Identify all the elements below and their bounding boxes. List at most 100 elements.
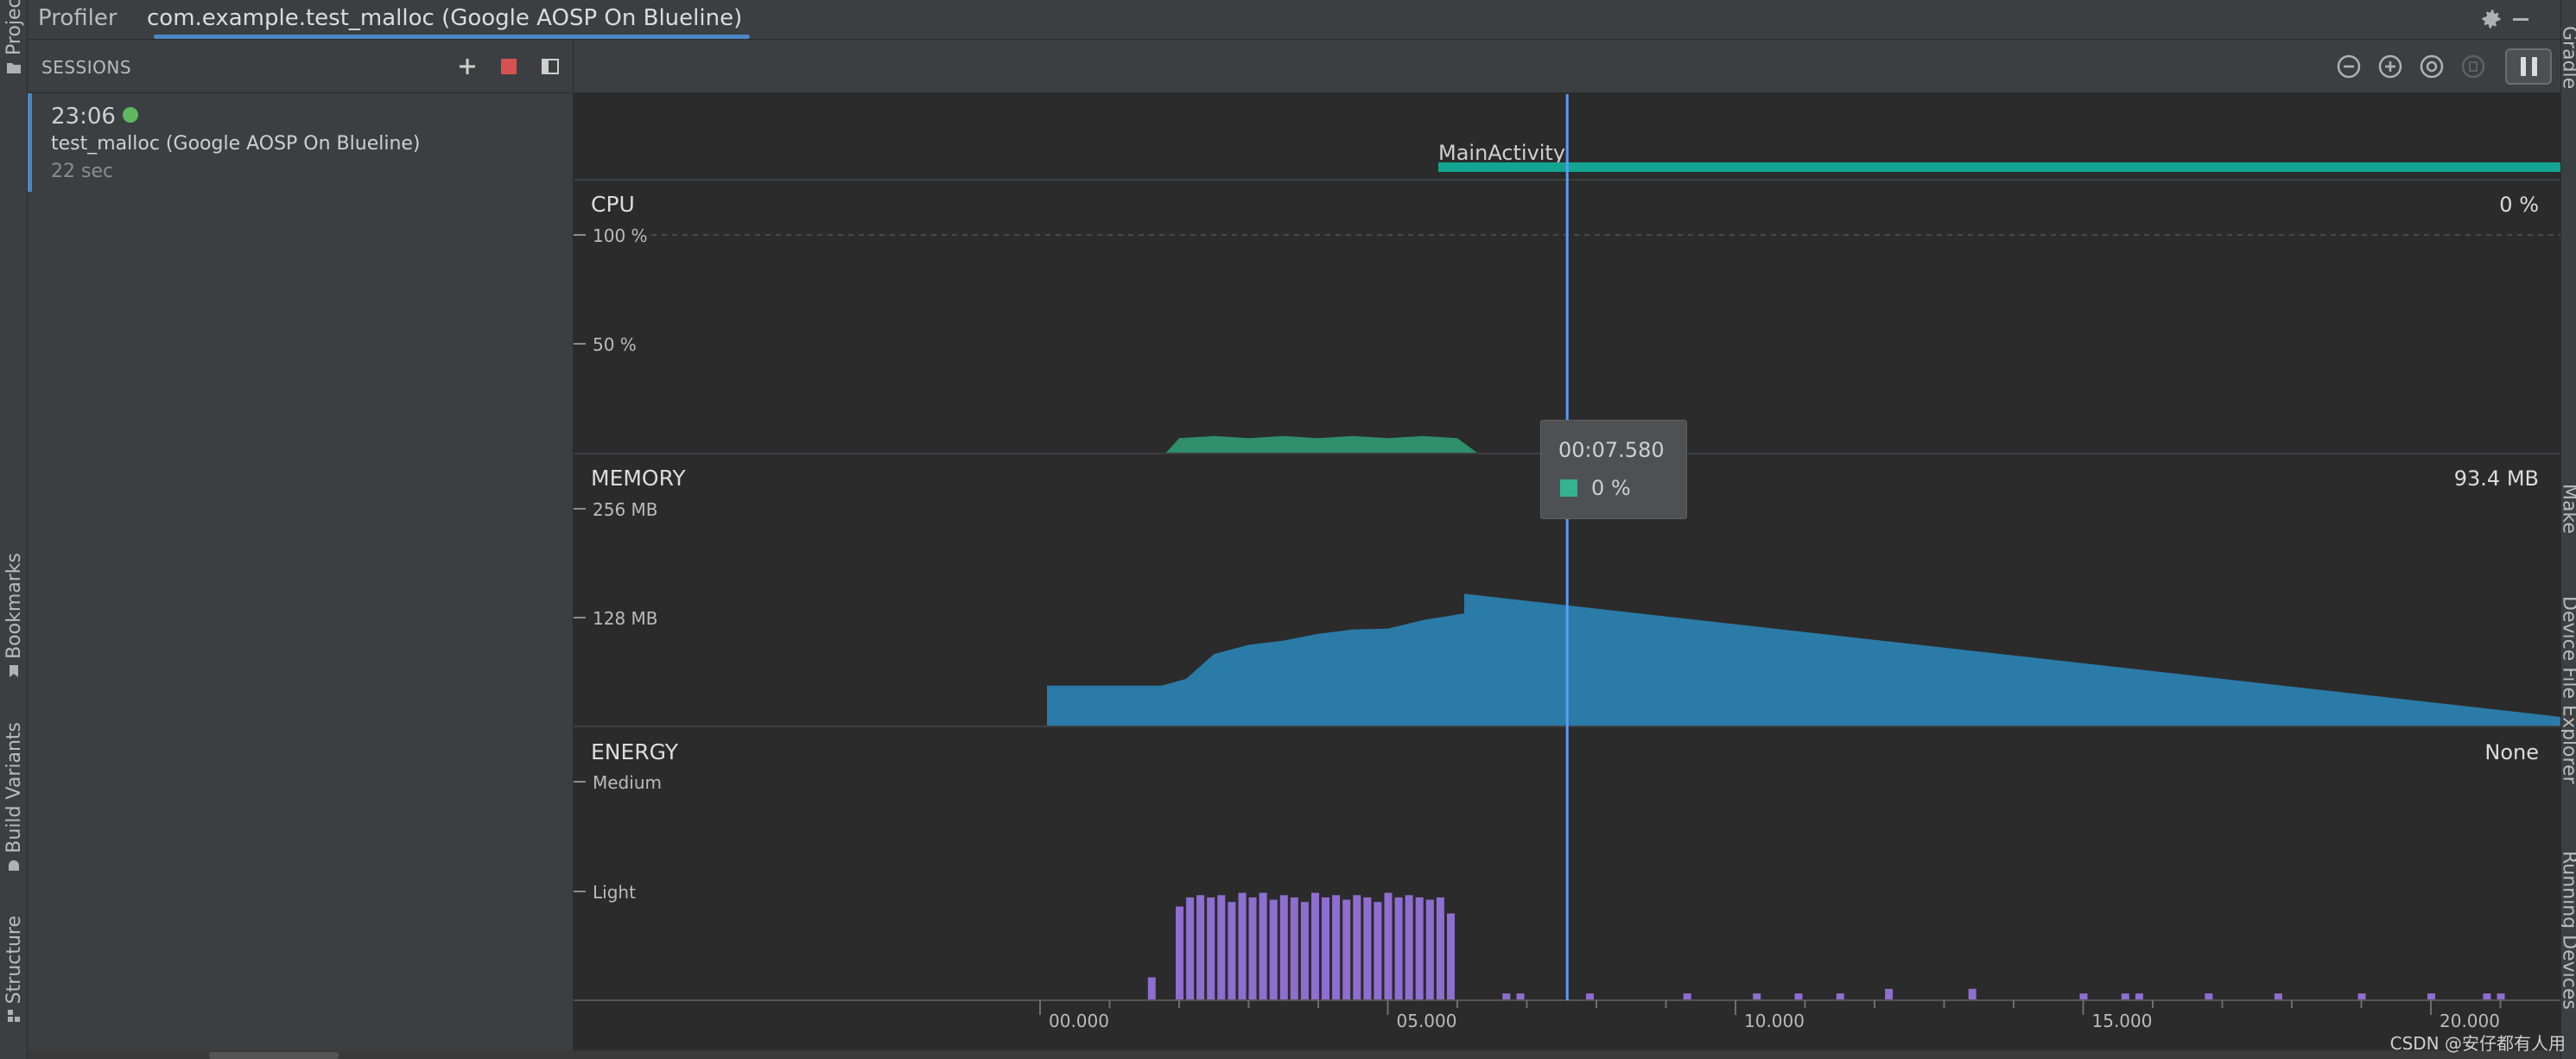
left-tool-strip: Project Bookmarks Build Variants Structu…: [0, 0, 28, 1059]
session-duration: 22 sec: [51, 161, 114, 182]
tool-tab-device-file-explorer[interactable]: Device File Explorer: [2561, 596, 2576, 821]
sessions-panel: SESSIONS 23:06 test_malloc (Google AOSP …: [28, 40, 574, 1050]
folder-icon: [7, 63, 21, 73]
tool-tab-running-devices[interactable]: Running Devices: [2561, 851, 2576, 1049]
tool-tab-project[interactable]: Project: [0, 0, 28, 79]
energy-bar: [1290, 897, 1298, 1000]
energy-bar: [2121, 993, 2129, 1000]
activity-label: MainActivity: [1438, 141, 1565, 165]
tool-tab-make-label: Make: [2561, 484, 2576, 534]
time-axis-label-5: 05.000: [1397, 1011, 1457, 1031]
time-axis: 00.000 05.000 10.000 15.000 20.000: [574, 999, 2571, 1031]
session-item[interactable]: 23:06 test_malloc (Google AOSP On Blueli…: [28, 93, 573, 192]
energy-bar: [1968, 988, 1976, 1000]
settings-gear-icon[interactable]: [2478, 5, 2505, 33]
tooltip-value: 0 %: [1591, 476, 1631, 500]
energy-bar: [1374, 902, 1382, 1000]
tooltip-color-swatch: [1560, 479, 1577, 497]
energy-bar: [1196, 895, 1205, 1000]
add-session-button[interactable]: [454, 54, 480, 79]
cpu-current-value: 0 %: [2499, 193, 2539, 217]
energy-bar: [1885, 988, 1894, 1000]
time-axis-label-0: 00.000: [1049, 1011, 1109, 1031]
energy-bar: [1363, 897, 1372, 1000]
energy-bar: [1586, 993, 1594, 1000]
tool-tab-structure[interactable]: Structure: [0, 916, 28, 1028]
collapse-sessions-button[interactable]: [537, 54, 563, 79]
energy-bar: [1516, 993, 1525, 1000]
minimize-icon[interactable]: [2507, 5, 2535, 33]
energy-bar: [1259, 892, 1267, 1000]
tool-tab-gradle-label: Gradle: [2561, 26, 2576, 90]
panel-toggle-icon: [542, 59, 559, 74]
right-tool-strip: Gradle Make Device File Explorer Running…: [2560, 0, 2576, 1059]
memory-title: MEMORY: [591, 466, 686, 491]
tool-tab-bookmarks-label: Bookmarks: [3, 553, 25, 659]
stop-session-button[interactable]: [496, 54, 522, 79]
energy-bar: [1248, 897, 1257, 1000]
energy-bar: [1683, 993, 1691, 1000]
structure-icon: [8, 1010, 20, 1023]
bookmark-icon: [10, 664, 18, 677]
memory-usage-area: [1047, 593, 2576, 726]
attach-live-icon[interactable]: [2459, 52, 2488, 81]
tool-tab-running-devices-label: Running Devices: [2561, 851, 2576, 1010]
tool-tab-device-file-explorer-label: Device File Explorer: [2561, 596, 2576, 784]
tool-tab-build-variants[interactable]: Build Variants: [0, 722, 28, 878]
energy-bar: [1394, 897, 1403, 1000]
zoom-out-icon[interactable]: [2334, 52, 2363, 81]
energy-bar: [1176, 906, 1183, 1000]
energy-bar: [2205, 993, 2213, 1000]
energy-bar: [1405, 895, 1413, 1000]
sessions-title: SESSIONS: [41, 57, 132, 78]
time-axis-label-15: 15.000: [2092, 1011, 2153, 1031]
profiler-tab-bar: Profiler com.example.test_malloc (Google…: [28, 0, 2560, 40]
energy-bar: [2497, 993, 2505, 1000]
cpu-tick-label-50: 50 %: [593, 334, 637, 355]
energy-bar: [1322, 897, 1329, 1000]
watermark: CSDN @安仔都有人用: [2389, 1033, 2566, 1054]
cpu-tick-label-100: 100 %: [593, 225, 648, 246]
tool-tab-project-label: Project: [3, 0, 25, 55]
energy-bar: [2427, 993, 2435, 1000]
energy-bar: [1207, 897, 1215, 1000]
energy-bar: [1447, 913, 1455, 1000]
horizontal-scrollbar[interactable]: [28, 1050, 2560, 1059]
tool-tab-gradle[interactable]: Gradle: [2561, 0, 2576, 95]
energy-bar: [1384, 892, 1393, 1000]
energy-bar: [1269, 899, 1278, 1000]
tab-profiler[interactable]: Profiler: [38, 0, 117, 38]
energy-bar: [1836, 993, 1844, 1000]
energy-bar: [1353, 895, 1361, 1000]
energy-bar: [2135, 993, 2143, 1000]
session-start-time: 23:06: [51, 104, 116, 130]
energy-bar: [1502, 993, 1511, 1000]
tab-app-process[interactable]: com.example.test_malloc (Google AOSP On …: [147, 0, 742, 38]
cpu-title: CPU: [591, 192, 635, 217]
activity-row: MainActivity: [1438, 141, 2560, 172]
pause-icon-bar-left: [2520, 57, 2526, 76]
memory-current-value: 93.4 MB: [2454, 466, 2539, 491]
tooltip-time: 00:07.580: [1558, 438, 1665, 462]
energy-bar: [1238, 892, 1247, 1000]
energy-bar: [1794, 993, 1803, 1000]
energy-bar: [1415, 897, 1424, 1000]
tool-tab-bookmarks[interactable]: Bookmarks: [0, 553, 28, 683]
profiler-timeline[interactable]: MainActivity CPU 0 % 100 % 50 % MEMORY 9…: [574, 94, 2576, 1050]
activity-bar[interactable]: [1438, 162, 2560, 172]
timeline-chart: MainActivity CPU 0 % 100 % 50 % MEMORY 9…: [574, 94, 2576, 1031]
timeline-tooltip: 00:07.580 0 %: [1540, 420, 1687, 519]
energy-tick-label-light: Light: [593, 882, 636, 903]
horizontal-scrollbar-thumb[interactable]: [209, 1052, 339, 1059]
pause-icon-bar-right: [2531, 57, 2537, 76]
tool-tab-make[interactable]: Make: [2561, 484, 2576, 570]
reset-zoom-icon[interactable]: [2417, 52, 2446, 81]
pause-button[interactable]: [2505, 48, 2552, 85]
energy-bar: [2079, 993, 2088, 1000]
energy-bar: [1217, 895, 1226, 1000]
zoom-in-icon[interactable]: [2376, 52, 2405, 81]
energy-current-value: None: [2484, 740, 2539, 764]
energy-bar: [1228, 902, 1236, 1000]
energy-tick-label-medium: Medium: [593, 772, 662, 793]
active-tab-indicator: [154, 35, 750, 39]
